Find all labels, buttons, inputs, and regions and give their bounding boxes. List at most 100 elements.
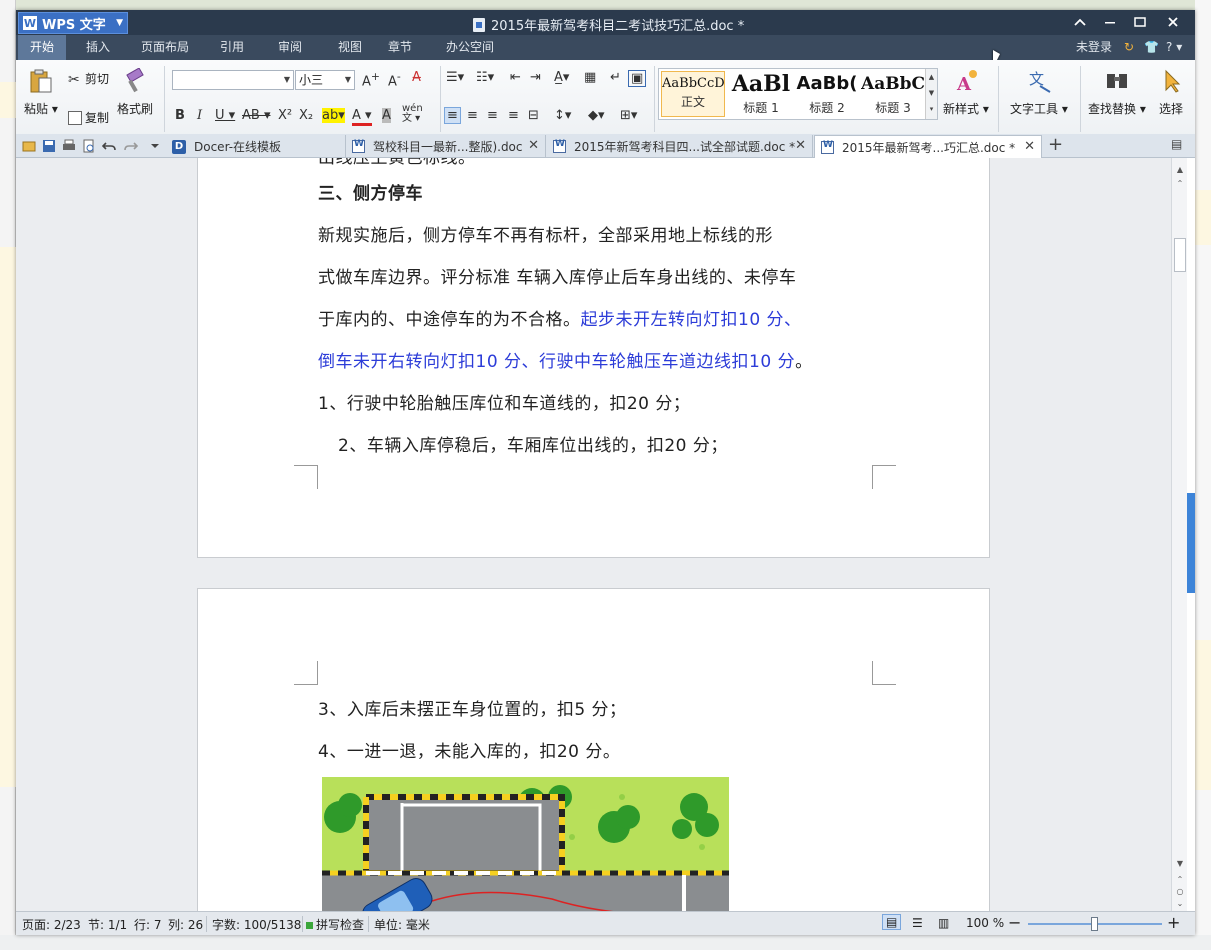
side-panel-toggle[interactable] <box>1187 493 1195 593</box>
scroll-up-icon[interactable]: ▲ <box>1174 164 1186 176</box>
zoom-percentage[interactable]: 100 % <box>966 916 1004 930</box>
redo-icon[interactable] <box>124 139 138 153</box>
app-menu-button[interactable]: W WPS 文字 ▼ <box>18 12 128 34</box>
numbered-list-icon[interactable]: ☷▾ <box>476 70 494 85</box>
customize-quickaccess-icon[interactable] <box>148 139 162 153</box>
outline-view-icon[interactable]: ☰ <box>912 916 923 930</box>
format-painter-button[interactable]: 格式刷 <box>117 68 153 117</box>
justify-button[interactable]: ≡ <box>508 108 519 123</box>
tab-close-icon[interactable]: ✕ <box>795 138 806 153</box>
highlight-button[interactable]: ab▾ <box>322 108 345 123</box>
next-page-icon[interactable]: ⌄ <box>1174 898 1186 910</box>
font-size-combo[interactable]: 小三 ▼ <box>295 70 355 90</box>
select-browse-object-icon[interactable]: ○ <box>1174 886 1186 898</box>
vertical-scrollbar[interactable]: ▲ ⌃ ▼ ⌃ ○ ⌄ <box>1171 158 1187 911</box>
login-status[interactable]: 未登录 <box>1076 35 1112 60</box>
new-tab-button[interactable]: + <box>1048 134 1063 155</box>
grow-font-icon[interactable]: A+ <box>362 70 380 89</box>
sync-icon[interactable]: ↻ <box>1124 35 1134 60</box>
zoom-in-button[interactable]: + <box>1167 913 1180 932</box>
tab-docer[interactable]: D Docer-在线模板 <box>166 135 346 158</box>
underline-button[interactable]: U ▾ <box>215 108 235 123</box>
tab-references[interactable]: 引用 <box>208 35 256 60</box>
maximize-button[interactable] <box>1126 12 1154 32</box>
bullet-list-icon[interactable]: ☰▾ <box>446 70 464 85</box>
phonetic-guide-icon[interactable]: wén 文 ▾ <box>402 104 423 124</box>
clear-format-icon[interactable]: A̶ <box>412 70 421 85</box>
text-direction-icon[interactable]: A̲▾ <box>554 70 569 85</box>
paste-button[interactable]: 粘贴 ▾ <box>24 68 58 117</box>
zoom-out-button[interactable]: − <box>1008 913 1021 932</box>
copy-button[interactable]: 复制 <box>68 109 109 126</box>
decrease-indent-icon[interactable]: ⇤ <box>510 70 521 85</box>
align-center-button[interactable]: ≡ <box>467 108 478 123</box>
font-color-button[interactable]: A ▾ <box>352 108 372 126</box>
text-tools-button[interactable]: 文 文字工具 ▾ <box>1010 68 1068 117</box>
borders-icon[interactable]: ⊞▾ <box>620 108 637 123</box>
select-button[interactable]: 选择 <box>1158 68 1184 117</box>
tab-review[interactable]: 审阅 <box>266 35 314 60</box>
tab-list-icon[interactable]: ▤ <box>1171 137 1182 151</box>
tab-page-layout[interactable]: 页面布局 <box>129 35 201 60</box>
page-2[interactable]: 3、入库后未摆正车身位置的，扣5 分； 4、一进一退，未能入库的，扣20 分。 <box>197 588 990 911</box>
page-up-icon[interactable]: ⌃ <box>1174 178 1186 190</box>
help-button[interactable]: ? ▾ <box>1166 35 1182 60</box>
page-view-icon[interactable]: ▤ <box>882 914 902 930</box>
tab-chapter[interactable]: 章节 <box>376 35 424 60</box>
cut-button[interactable]: ✂ 剪切 <box>68 70 109 88</box>
tab-document-1[interactable]: 驾校科目一最新...整版).doc ✕ <box>346 135 546 158</box>
tab-home[interactable]: 开始 <box>18 35 67 60</box>
italic-button[interactable]: I <box>197 108 202 123</box>
tab-close-icon[interactable]: ✕ <box>1024 139 1035 154</box>
tab-office-space[interactable]: 办公空间 <box>434 35 506 60</box>
find-replace-button[interactable]: 查找替换 ▾ <box>1088 68 1146 117</box>
collapse-ribbon-button[interactable] <box>1066 12 1094 32</box>
tab-close-icon[interactable]: ✕ <box>528 138 539 153</box>
print-icon[interactable] <box>62 139 76 153</box>
superscript-button[interactable]: X² <box>278 108 292 123</box>
paragraph-mark-icon[interactable]: ↵ <box>610 70 621 85</box>
align-left-button[interactable]: ≡ <box>444 107 461 124</box>
open-folder-icon[interactable] <box>22 139 36 153</box>
increase-indent-icon[interactable]: ⇥ <box>530 70 541 85</box>
parking-diagram-image[interactable] <box>322 777 729 911</box>
tab-document-2[interactable]: 2015年新驾考科目四...试全部试题.doc * ✕ <box>547 135 813 158</box>
char-shading-button[interactable]: A <box>382 108 391 123</box>
minimize-button[interactable] <box>1096 12 1124 32</box>
show-hide-icon[interactable]: ▣ <box>628 70 647 87</box>
style-heading-2[interactable]: AaBb( 标题 2 <box>795 71 859 117</box>
style-normal[interactable]: AaBbCcDd 正文 <box>661 71 725 117</box>
zoom-slider-thumb[interactable] <box>1091 917 1098 931</box>
style-heading-3[interactable]: AaBbC 标题 3 <box>861 71 925 117</box>
tab-insert[interactable]: 插入 <box>74 35 122 60</box>
shrink-font-icon[interactable]: A- <box>388 70 401 89</box>
bold-button[interactable]: B <box>175 108 185 123</box>
tab-view[interactable]: 视图 <box>326 35 374 60</box>
style-gallery-scroll[interactable]: ▲ ▼ ▾ <box>925 69 937 119</box>
new-style-button[interactable]: A 新样式 ▾ <box>943 68 989 117</box>
scroll-down-icon[interactable]: ▼ <box>1174 858 1186 870</box>
prev-page-icon[interactable]: ⌃ <box>1174 874 1186 886</box>
print-preview-icon[interactable] <box>82 139 96 153</box>
status-page[interactable]: 页面: 2/23 <box>22 916 81 933</box>
status-unit[interactable]: 单位: 毫米 <box>374 916 430 933</box>
undo-icon[interactable] <box>102 139 116 153</box>
line-spacing-icon[interactable]: ↕▾ <box>554 108 571 123</box>
save-icon[interactable] <box>42 139 56 153</box>
align-right-button[interactable]: ≡ <box>487 108 498 123</box>
status-word-count[interactable]: 字数: 100/5138 <box>212 916 301 933</box>
spellcheck-toggle[interactable]: 拼写检查 <box>306 916 364 933</box>
tab-document-3[interactable]: 2015年最新驾考...巧汇总.doc * ✕ <box>814 135 1042 158</box>
scrollbar-thumb[interactable] <box>1174 238 1186 272</box>
close-button[interactable] <box>1159 12 1187 32</box>
skin-icon[interactable]: 👕 <box>1144 35 1159 60</box>
page-1[interactable]: 出线压上黄色标线。 三、侧方停车 新规实施后，侧方停车不再有标杆，全部采用地上标… <box>197 158 990 558</box>
font-name-combo[interactable]: ▼ <box>172 70 294 90</box>
subscript-button[interactable]: X₂ <box>299 108 313 123</box>
style-heading-1[interactable]: AaBl 标题 1 <box>729 71 793 117</box>
shading-fill-icon[interactable]: ◆▾ <box>588 108 605 123</box>
distribute-button[interactable]: ⊟ <box>528 108 539 123</box>
strikethrough-button[interactable]: AB ▾ <box>242 108 270 123</box>
web-view-icon[interactable]: ▥ <box>938 916 949 930</box>
table-icon[interactable]: ▦ <box>584 70 596 85</box>
